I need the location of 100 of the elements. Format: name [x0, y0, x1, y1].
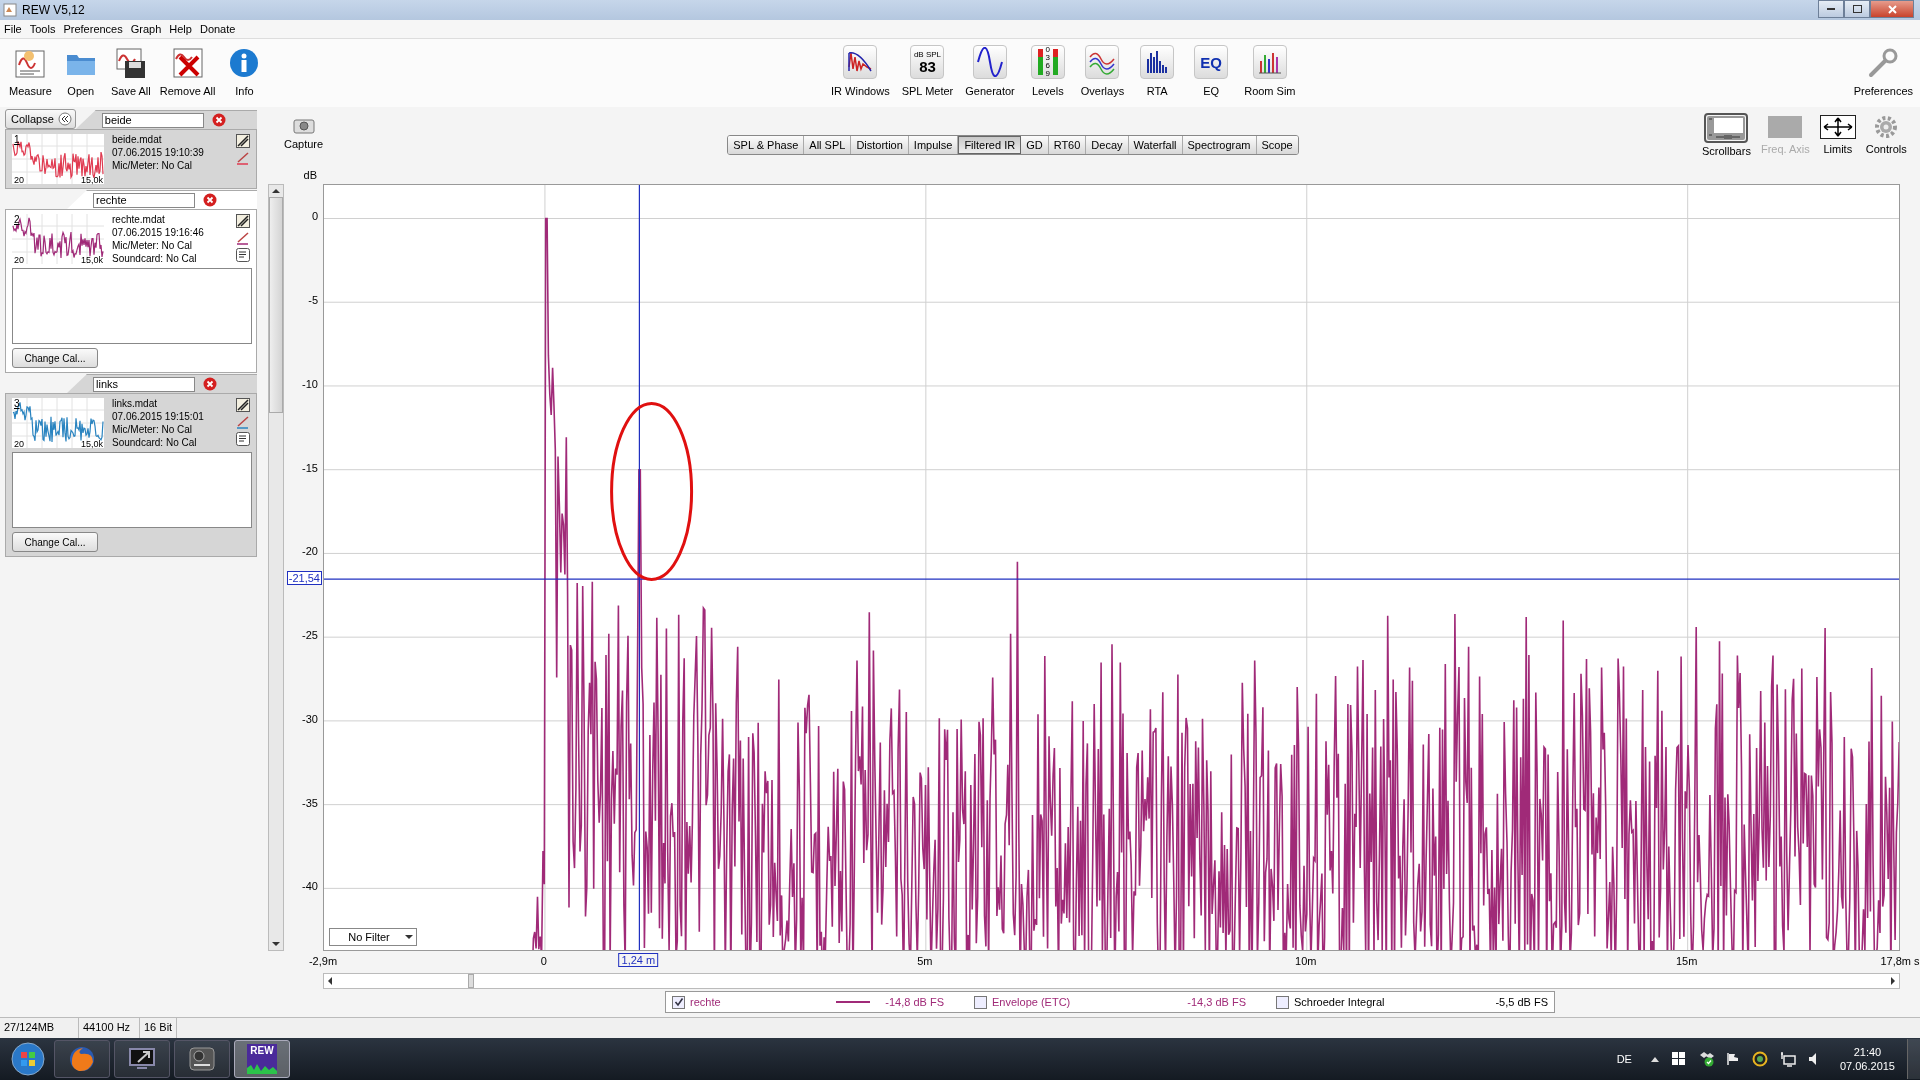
change-cal-button[interactable]: Change Cal...	[12, 532, 98, 552]
graph-tab[interactable]: GD	[1021, 136, 1049, 154]
pen-icon[interactable]	[236, 231, 250, 245]
toolbar-button[interactable]: 0369 Levels	[1023, 45, 1072, 97]
pen-icon[interactable]	[236, 151, 250, 165]
graph-tab[interactable]: Impulse	[908, 136, 959, 154]
network-icon[interactable]	[1779, 1051, 1796, 1067]
graph-tool-button[interactable]: Controls	[1863, 115, 1909, 155]
name-field[interactable]: rechte	[93, 192, 195, 208]
horizontal-scrollbar[interactable]	[323, 973, 1900, 989]
scrollbar-thumb[interactable]	[468, 974, 474, 988]
toolbar-button[interactable]: Generator	[962, 45, 1018, 97]
graph-tab[interactable]: Scope	[1256, 136, 1298, 154]
menu-item[interactable]: Tools	[25, 21, 60, 37]
mic-calibration: Mic/Meter: No Cal	[112, 160, 193, 171]
axis-label: 20	[14, 255, 24, 265]
axis-tick-label: -5	[308, 294, 318, 307]
maximize-button[interactable]	[1844, 0, 1870, 18]
gauge-icon[interactable]	[1751, 1051, 1768, 1067]
toolbar-button[interactable]: IR Windows	[828, 45, 893, 97]
measurement-card[interactable]: 2 20 15,0k rechte.mdat 07.06.2015 19:16:46 Mic/Meter: No Cal Soundcard: No Cal Change Cal...	[5, 209, 257, 373]
toolbar-button[interactable]: Open	[56, 47, 105, 97]
vertical-scrollbar[interactable]	[268, 184, 284, 951]
soundcard-calibration: Soundcard: No Cal	[112, 253, 198, 264]
menu-item[interactable]: Help	[165, 21, 196, 37]
measurement-card[interactable]: 1 20 15,0k beide.mdat 07.06.2015 19:10:39 Mic/Meter: No Cal	[5, 129, 257, 189]
menu-item[interactable]: File	[0, 21, 26, 37]
graph-tab[interactable]: Waterfall	[1128, 136, 1183, 154]
axis-tick-label: 10m	[1295, 955, 1317, 967]
graph-tab[interactable]: Decay	[1086, 136, 1129, 154]
cursor-readout: -21,54	[286, 571, 322, 586]
menu-item[interactable]: Preferences	[59, 21, 127, 37]
clock-time[interactable]: 21:40	[1853, 1046, 1882, 1058]
taskbar-app[interactable]	[54, 1040, 110, 1078]
menu-item[interactable]: Donate	[195, 21, 240, 37]
up-arrow-icon[interactable]	[1649, 1055, 1660, 1063]
change-cal-button[interactable]: Change Cal...	[12, 348, 98, 368]
remove-button[interactable]	[203, 377, 217, 391]
name-field[interactable]: links	[93, 376, 195, 392]
graph-tab[interactable]: Distortion	[851, 136, 909, 154]
checkbox[interactable]	[1276, 995, 1289, 1009]
close-button[interactable]	[1870, 0, 1914, 18]
axis-tick-label: -35	[302, 796, 318, 809]
toolbar-button[interactable]: Room Sim	[1241, 45, 1299, 97]
graph-edit-icon[interactable]	[236, 134, 250, 148]
taskbar-app[interactable]	[174, 1040, 230, 1078]
speaker-icon[interactable]	[1807, 1052, 1818, 1066]
checkbox[interactable]	[974, 995, 987, 1009]
axis-label: 15,0k	[80, 255, 103, 265]
measurement-card[interactable]: 3 20 15,0k links.mdat 07.06.2015 19:15:01 Mic/Meter: No Cal Soundcard: No Cal Change Cal...	[5, 393, 257, 557]
graph-edit-icon[interactable]	[236, 214, 250, 228]
toolbar-button[interactable]: Overlays	[1077, 45, 1128, 97]
flag-icon[interactable]	[1725, 1052, 1740, 1066]
name-field[interactable]: beide	[101, 112, 204, 128]
toolbar-button[interactable]: dB SPL 83 SPL Meter	[898, 45, 957, 97]
notes-field[interactable]	[12, 452, 252, 528]
filter-dropdown[interactable]: No Filter	[329, 928, 417, 946]
language-indicator[interactable]: DE	[1616, 1053, 1632, 1065]
graph-tab[interactable]: Filtered IR	[958, 136, 1022, 154]
toolbar-button[interactable]: Measure	[6, 47, 55, 97]
graph-tab[interactable]: SPL & Phase	[728, 136, 805, 154]
axis-label: 20	[14, 439, 24, 449]
double-chevron-icon	[57, 112, 72, 126]
remove-button[interactable]	[203, 193, 217, 207]
toolbar-button[interactable]: EQ EQ	[1187, 45, 1236, 97]
taskbar-app[interactable]	[114, 1040, 170, 1078]
minimize-button[interactable]	[1818, 0, 1844, 18]
collapse-button[interactable]: Collapse	[5, 109, 76, 129]
window-grid-icon[interactable]	[1671, 1052, 1686, 1066]
pen-icon[interactable]	[236, 415, 250, 429]
close-icon	[211, 113, 226, 127]
graph-edit-icon[interactable]	[236, 398, 250, 412]
graph-tab[interactable]: All SPL	[804, 136, 852, 154]
menu-item[interactable]: Graph	[126, 21, 166, 37]
cursor-line[interactable]	[638, 185, 640, 950]
checkbox[interactable]	[672, 995, 685, 1009]
preferences-button[interactable]: Preferences	[1850, 47, 1916, 97]
graph-tool-button[interactable]: Scrollbars	[1700, 115, 1753, 157]
document-icon[interactable]	[236, 248, 250, 262]
capture-button[interactable]: Capture	[284, 115, 324, 150]
measurement-number: 3	[14, 398, 20, 409]
axis-tick-label: -25	[302, 629, 318, 642]
toolbar-button[interactable]: Remove All	[156, 47, 219, 97]
graph-tab[interactable]: Spectrogram	[1182, 136, 1257, 154]
graph-tab[interactable]: RT60	[1048, 136, 1087, 154]
measurement-number: 2	[14, 214, 20, 225]
notes-field[interactable]	[12, 268, 252, 344]
level-meter-icon: 0369	[1030, 45, 1065, 79]
document-icon[interactable]	[236, 432, 250, 446]
taskbar-app[interactable]: REW	[234, 1040, 290, 1078]
remove-button[interactable]	[211, 113, 226, 127]
start-orb-icon	[10, 1041, 46, 1077]
window-title: REW V5,12	[22, 3, 85, 17]
toolbar-button[interactable]: RTA	[1133, 45, 1182, 97]
graph-tool-button[interactable]: Limits	[1817, 115, 1858, 155]
scrollbar-thumb[interactable]	[269, 197, 283, 413]
axis-tick-label: 5m	[917, 955, 933, 967]
clock-date[interactable]: 07.06.2015	[1839, 1060, 1895, 1072]
toolbar-button[interactable]: Info	[220, 47, 269, 97]
toolbar-button[interactable]: Save All	[106, 47, 155, 97]
